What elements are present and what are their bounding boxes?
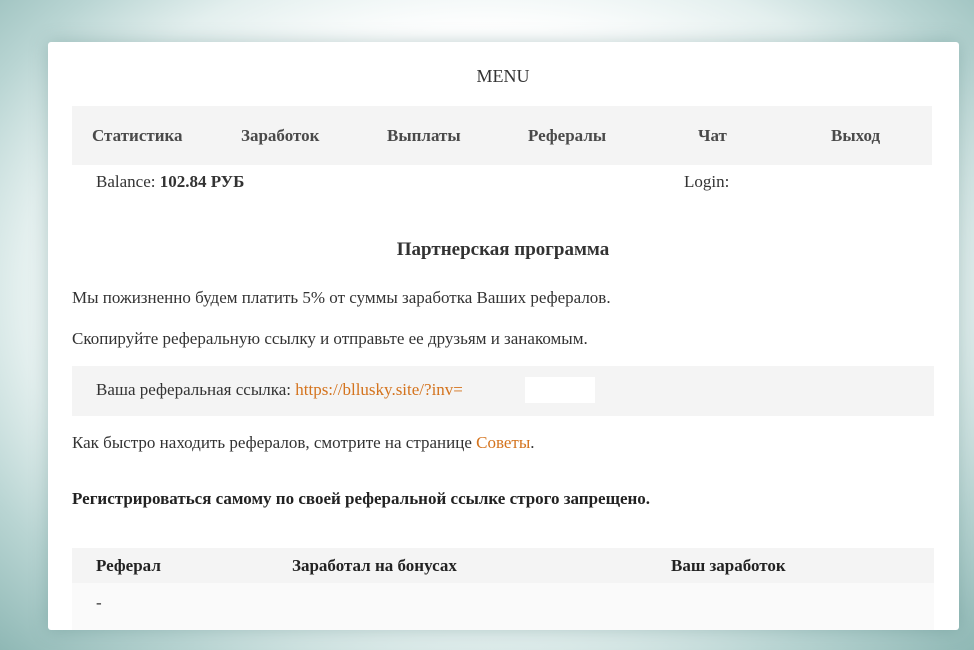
- referral-link-row: Ваша реферальная ссылка: https://bllusky…: [96, 380, 463, 400]
- nav-item-earnings[interactable]: Заработок: [241, 106, 319, 165]
- page-title: Партнерская программа: [396, 239, 610, 260]
- nav-item-payouts[interactable]: Выплаты: [387, 106, 461, 165]
- self-registration-warning: Регистрироваться самому по своей реферал…: [72, 489, 651, 508]
- tips-suffix: .: [530, 433, 535, 452]
- nav-item-logout[interactable]: Выход: [831, 106, 880, 165]
- redacted-invite-code: [525, 377, 595, 403]
- tips-link[interactable]: Советы: [476, 433, 530, 452]
- balance-value: 102.84 РУБ: [159, 172, 245, 191]
- tips-text-label: Как быстро находить рефералов, смотрите …: [72, 433, 472, 452]
- column-header-your-earnings: Ваш заработок: [671, 556, 786, 575]
- table-cell-referral: -: [96, 593, 102, 612]
- column-header-referral: Реферал: [96, 556, 161, 575]
- menu-title: MENU: [476, 66, 530, 86]
- main-nav: Статистика Заработок Выплаты Рефералы Ча…: [72, 106, 932, 165]
- login-label: Login:: [684, 172, 730, 191]
- table-row: -: [72, 583, 934, 630]
- balance-label: Balance:: [96, 172, 156, 191]
- referral-link-label: Ваша реферальная ссылка:: [96, 380, 291, 399]
- referral-instructions-text: Скопируйте реферальную ссылку и отправьт…: [72, 329, 588, 348]
- column-header-bonus-earned: Заработал на бонусах: [292, 556, 457, 575]
- balance-display: Balance: 102.84 РУБ: [96, 172, 244, 192]
- referral-link-box: Ваша реферальная ссылка: https://bllusky…: [72, 366, 934, 416]
- nav-item-referrals[interactable]: Рефералы: [528, 106, 606, 165]
- nav-item-chat[interactable]: Чат: [698, 106, 727, 165]
- referral-link[interactable]: https://bllusky.site/?inv=: [295, 380, 463, 399]
- nav-item-statistics[interactable]: Статистика: [92, 106, 183, 165]
- referrals-table-header: Реферал Заработал на бонусах Ваш заработ…: [72, 548, 934, 583]
- main-card: MENU Статистика Заработок Выплаты Рефера…: [48, 42, 959, 630]
- referral-info-text: Мы пожизненно будем платить 5% от суммы …: [72, 288, 611, 307]
- tips-text: Как быстро находить рефералов, смотрите …: [72, 433, 535, 453]
